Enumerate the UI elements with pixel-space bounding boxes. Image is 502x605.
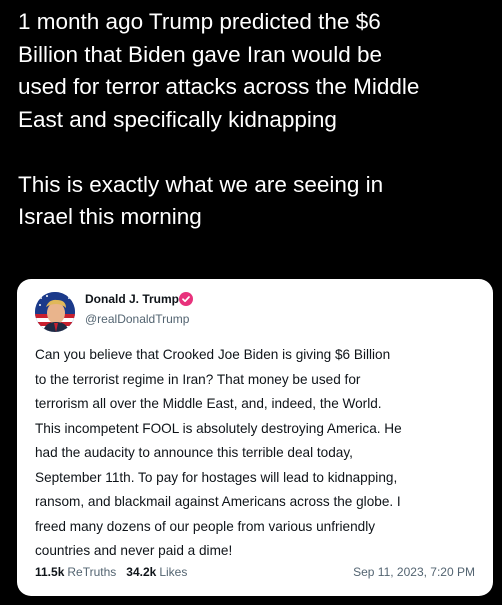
post-timestamp[interactable]: Sep 11, 2023, 7:20 PM	[353, 565, 475, 579]
likes-count: 34.2k	[126, 565, 157, 579]
post-text: 1 month ago Trump predicted the $6 Billi…	[18, 6, 494, 234]
quoted-post-card[interactable]: Donald J. Trump @realDonaldTrump Can you…	[17, 279, 493, 596]
likes-label: Likes	[159, 565, 188, 579]
retruths-label: ReTruths	[67, 565, 117, 579]
body-line: September 11th. To pay for hostages will…	[35, 469, 398, 485]
post-text-line: Israel this morning	[18, 204, 202, 229]
post-text-line: 1 month ago Trump predicted the $6	[18, 9, 381, 34]
retruths-count: 11.5k	[35, 565, 65, 579]
body-line: freed many dozens of our people from var…	[35, 518, 376, 534]
post-text-line: Billion that Biden gave Iran would be	[18, 41, 382, 67]
body-line: terrorism all over the Middle East, and,…	[35, 396, 382, 411]
body-line: countries and never paid a dime!	[35, 543, 233, 558]
retruths-stat[interactable]: 11.5k ReTruths	[35, 565, 116, 579]
body-line: to the terrorist regime in Iran? That mo…	[35, 371, 361, 387]
body-line: Can you believe that Crooked Joe Biden i…	[35, 347, 391, 362]
author-handle[interactable]: @realDonaldTrump	[85, 312, 189, 326]
body-line: had the audacity to announce this terrib…	[35, 445, 353, 460]
post-text-line: East and specifically kidnapping	[18, 106, 337, 132]
body-line: ransom, and blackmail against Americans …	[35, 494, 401, 509]
post-stats: 11.5k ReTruths 34.2k Likes Sep 11, 2023, 7:…	[35, 565, 475, 579]
post-text-line: This is exactly what we are seeing in	[18, 171, 384, 197]
verified-badge-icon	[179, 292, 193, 306]
author-name[interactable]: Donald J. Trump	[85, 292, 179, 306]
quoted-post-body: Can you believe that Crooked Joe Biden i…	[35, 343, 481, 564]
avatar[interactable]	[35, 292, 75, 332]
body-line: This incompetent FOOL is absolutely dest…	[35, 420, 402, 436]
post-text-line: used for terror attacks across the Middl…	[18, 74, 420, 99]
likes-stat[interactable]: 34.2k Likes	[126, 565, 187, 579]
profile-photo-icon	[35, 292, 75, 332]
